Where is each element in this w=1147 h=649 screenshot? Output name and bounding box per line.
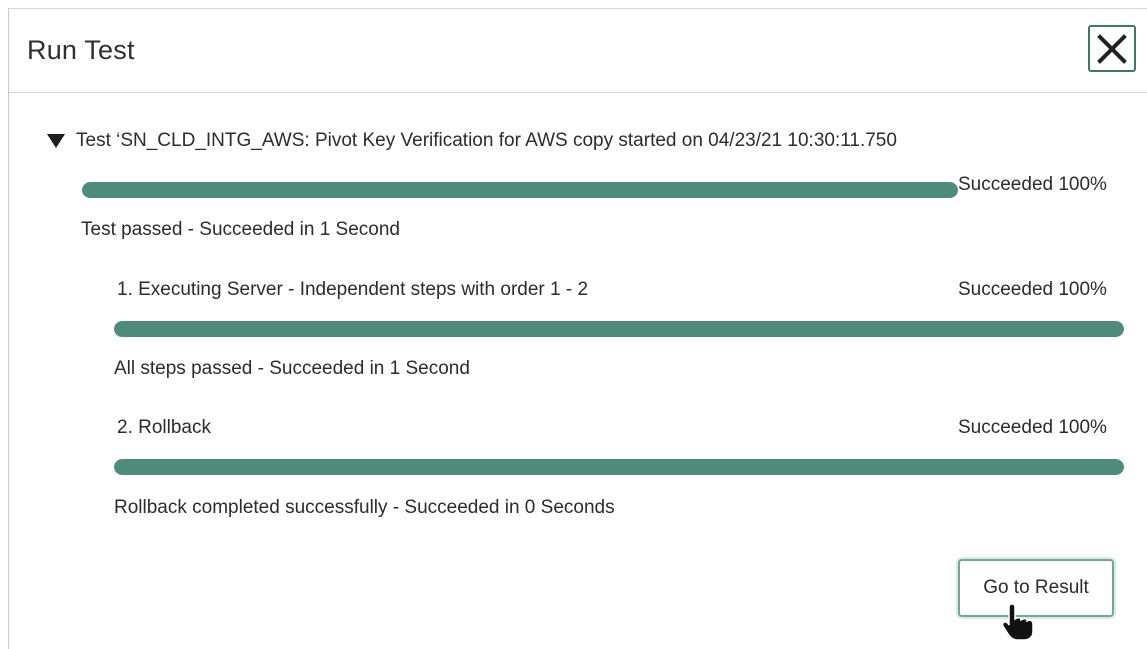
dialog-title: Run Test bbox=[27, 35, 135, 65]
step-1-progress-fill bbox=[114, 321, 1124, 337]
step-1-summary: All steps passed - Succeeded in 1 Second bbox=[114, 358, 470, 379]
test-title: Test ‘SN_CLD_INTG_AWS: Pivot Key Verific… bbox=[76, 130, 897, 151]
close-icon bbox=[1097, 34, 1127, 64]
step-2-summary: Rollback completed successfully - Succee… bbox=[114, 497, 615, 518]
hand-pointer-icon bbox=[1001, 603, 1034, 641]
step-2-status: Succeeded 100% bbox=[958, 417, 1107, 438]
step-1-title: 1. Executing Server - Independent steps … bbox=[117, 279, 589, 300]
step-2-title: 2. Rollback bbox=[117, 417, 211, 438]
test-status: Succeeded 100% bbox=[958, 174, 1107, 195]
step-1-status: Succeeded 100% bbox=[958, 279, 1107, 300]
test-progress-fill bbox=[82, 182, 958, 198]
go-to-result-button[interactable]: Go to Result bbox=[958, 559, 1114, 617]
test-progress-bar bbox=[82, 182, 958, 198]
step-2-progress-fill bbox=[114, 459, 1124, 475]
close-button[interactable] bbox=[1088, 25, 1136, 72]
step-2-progress-bar bbox=[114, 459, 1124, 475]
triangle-down-icon[interactable] bbox=[46, 133, 66, 149]
dialog-header: Run Test bbox=[9, 9, 1147, 93]
step-1-progress-bar bbox=[114, 321, 1124, 337]
test-summary: Test passed - Succeeded in 1 Second bbox=[81, 219, 400, 240]
